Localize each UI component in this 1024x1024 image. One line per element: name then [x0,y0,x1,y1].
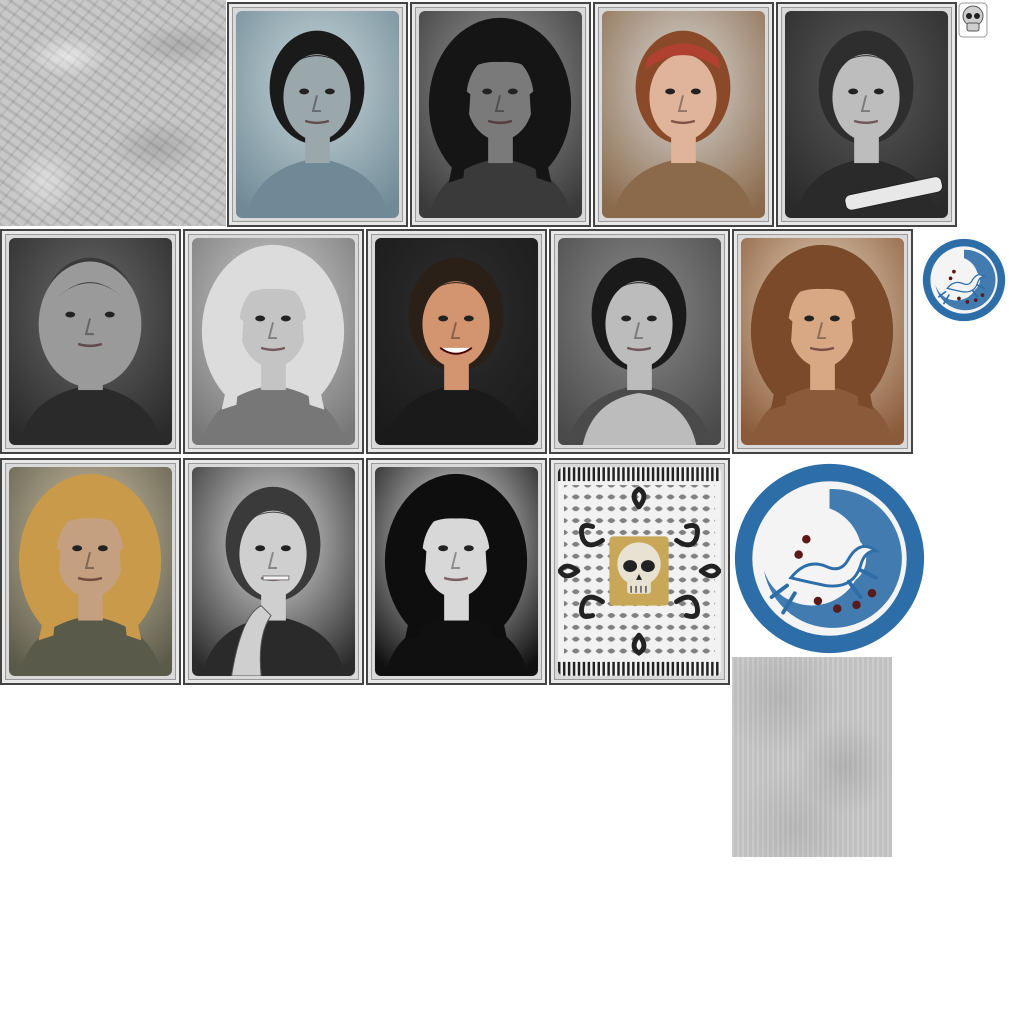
portrait-illustration [741,238,904,445]
portrait-illustration [602,11,765,218]
portrait-illustration [419,11,582,218]
portrait-illustration [785,11,948,218]
lizard-logo-large [733,462,926,655]
lizard-logo-small [922,238,1006,322]
portrait-illustration [192,238,355,445]
card-2[interactable] [410,2,591,227]
card-back-pattern [558,467,721,676]
lizard-icon [734,463,925,654]
card-back[interactable] [549,458,730,685]
portrait-illustration [236,11,399,218]
paper-texture [732,657,892,857]
card-11[interactable] [183,458,364,685]
card-6[interactable] [183,229,364,454]
card-9[interactable] [732,229,913,454]
card-12[interactable] [366,458,547,685]
card-7[interactable] [366,229,547,454]
card-4[interactable] [776,2,957,227]
lizard-icon [922,238,1006,322]
skull-icon [958,2,988,38]
portrait-illustration [192,467,355,676]
portrait-illustration [558,238,721,445]
card-10[interactable] [0,458,181,685]
portrait-illustration [375,467,538,676]
card-3[interactable] [593,2,774,227]
portrait-illustration [9,467,172,676]
card-8[interactable] [549,229,730,454]
card-1[interactable] [227,2,408,227]
portrait-illustration [375,238,538,445]
card-5[interactable] [0,229,181,454]
crumpled-paper-texture [0,0,226,226]
portrait-illustration [9,238,172,445]
